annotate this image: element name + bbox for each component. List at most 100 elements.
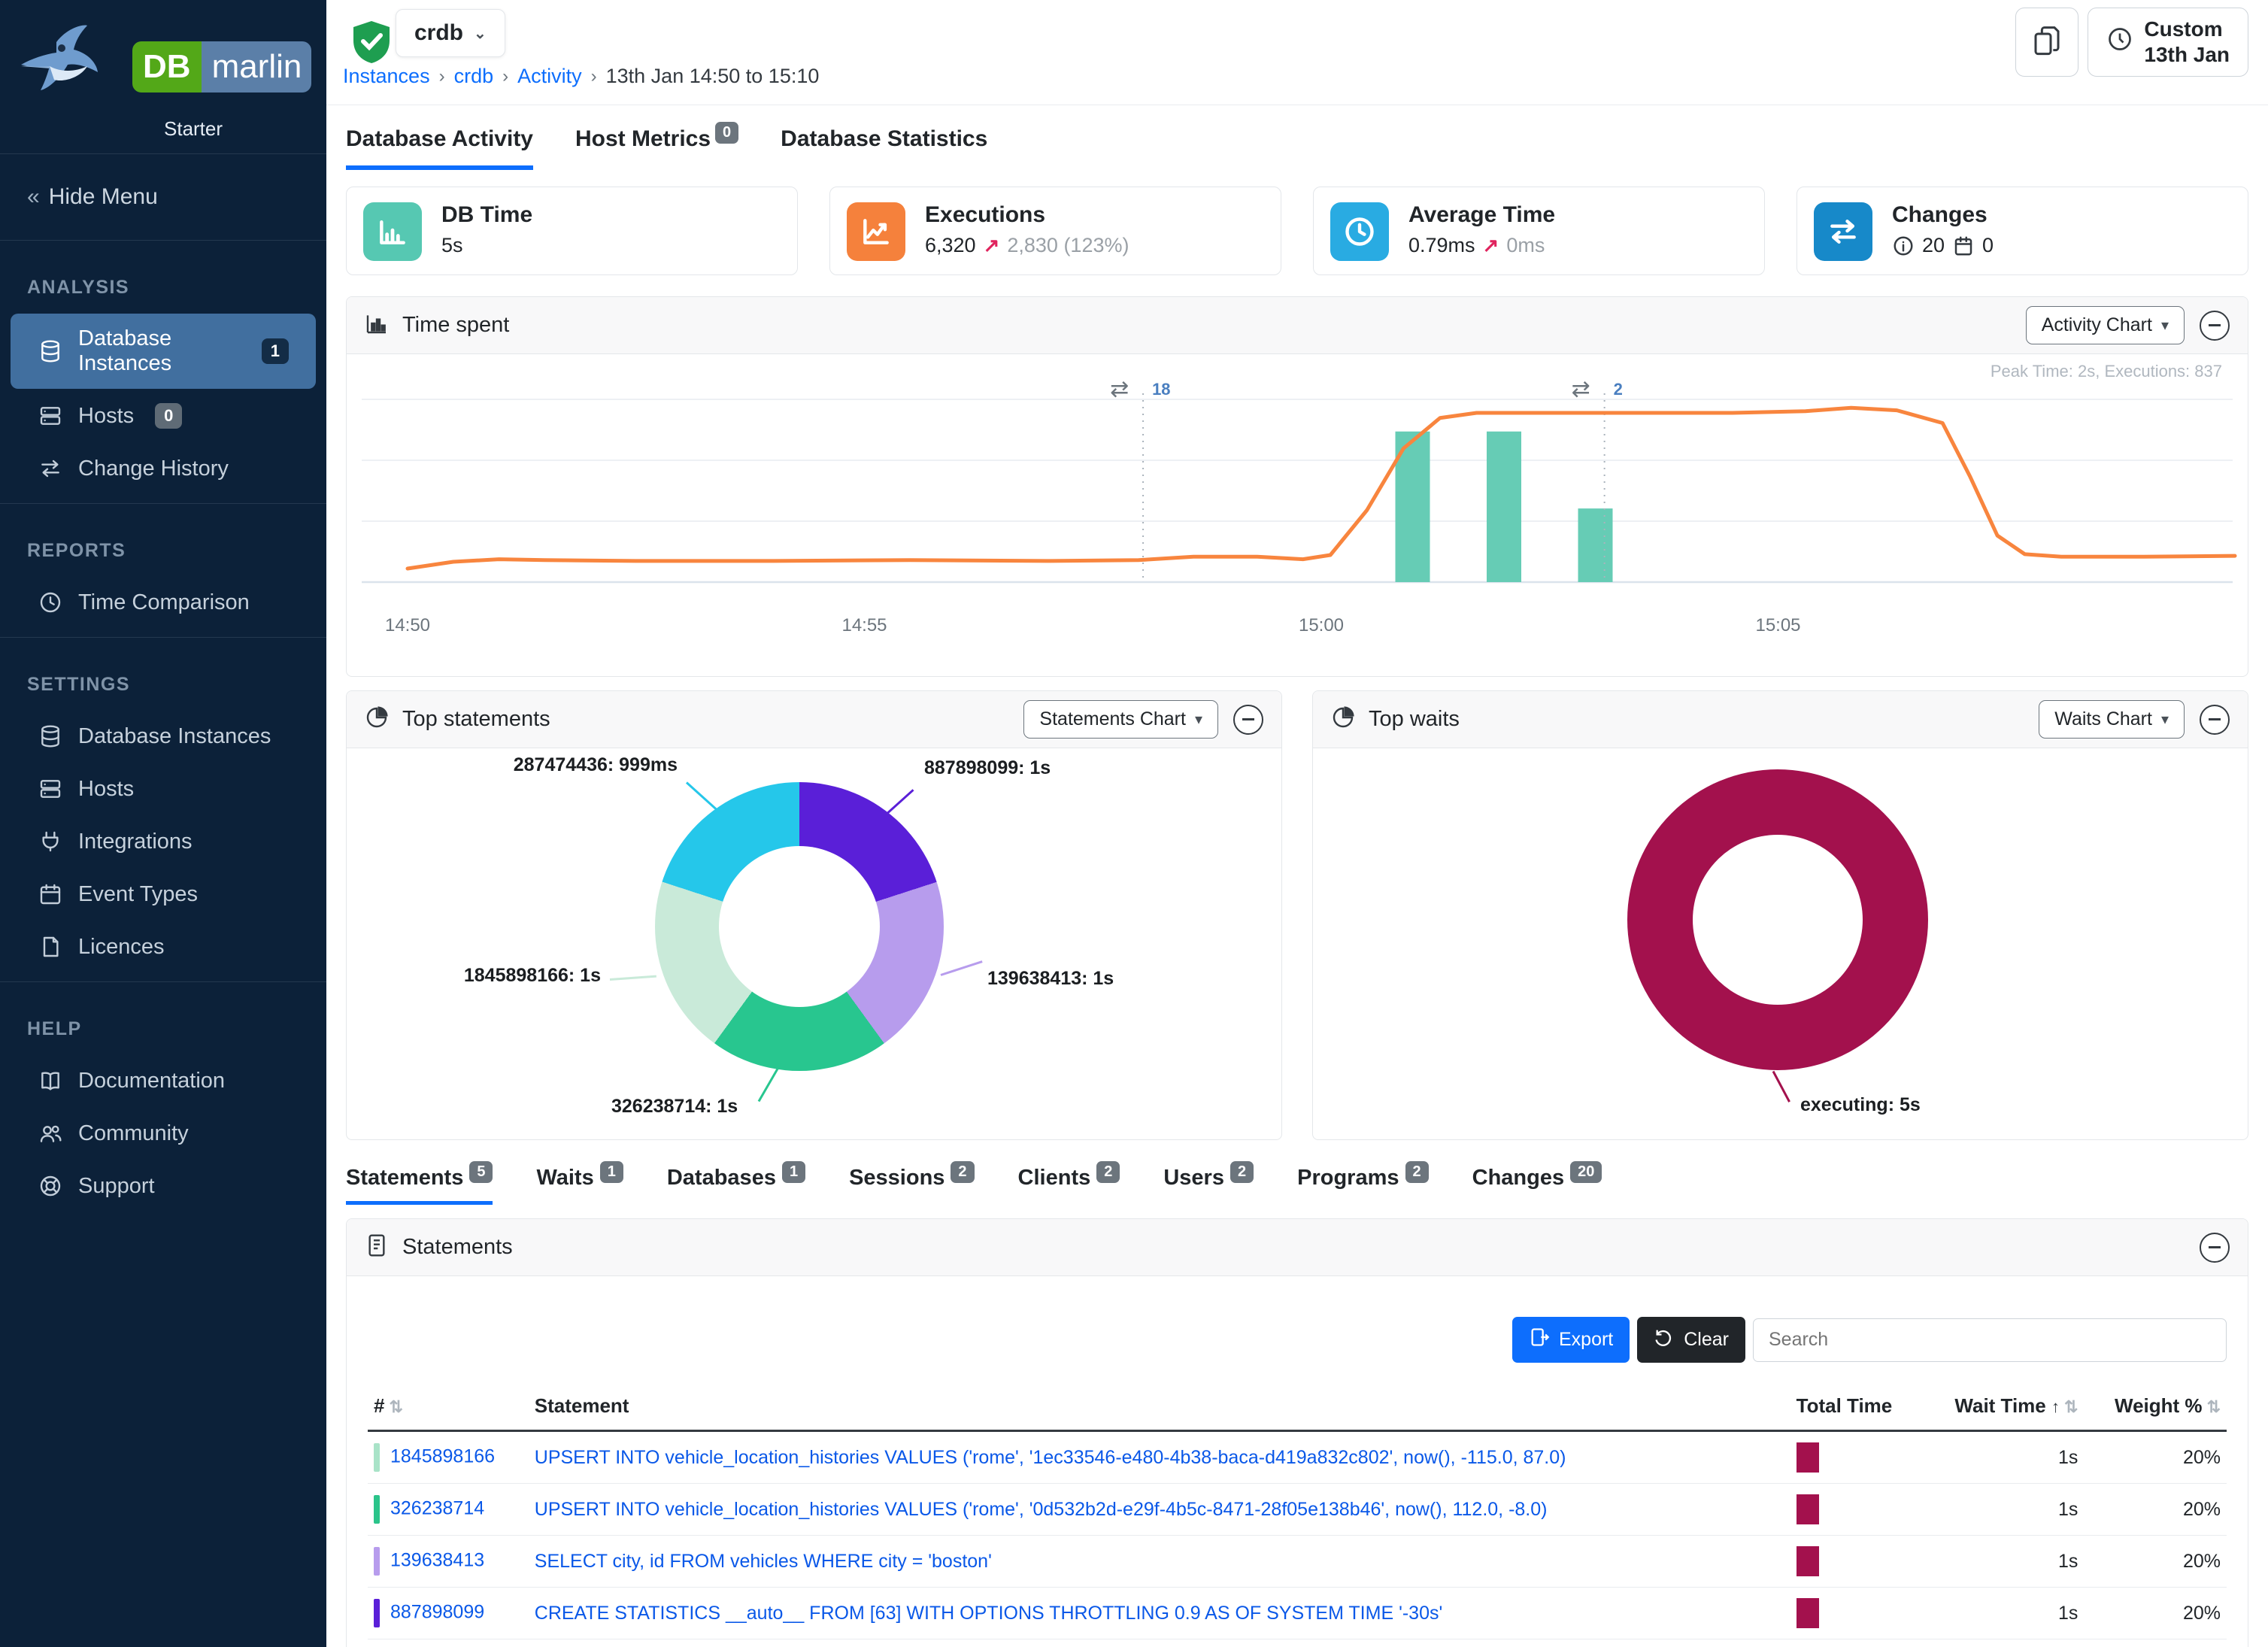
- book-icon: [38, 1068, 63, 1093]
- swap-icon: [38, 456, 63, 481]
- instance-selector[interactable]: crdb ⌄: [396, 9, 505, 57]
- statement-text-link[interactable]: SELECT city, id FROM vehicles WHERE city…: [535, 1551, 992, 1572]
- sidebar-item-community[interactable]: Community: [11, 1108, 316, 1159]
- sidebar-item-database-instances[interactable]: Database Instances: [11, 711, 316, 762]
- sidebar-item-support[interactable]: Support: [11, 1160, 316, 1212]
- top-statements-title: Top statements: [402, 707, 550, 732]
- detail-tab-changes[interactable]: Changes20: [1472, 1166, 1602, 1205]
- detail-tab-waits[interactable]: Waits1: [536, 1166, 623, 1205]
- activity-chart-label: Activity Chart: [2042, 314, 2152, 336]
- sidebar-item-hosts[interactable]: Hosts0: [11, 390, 316, 441]
- cell-statement: CREATE STATISTICS __auto__ FROM [63] WIT…: [529, 1588, 1790, 1639]
- cell-weight: 20%: [2084, 1536, 2227, 1588]
- detail-tab-users[interactable]: Users2: [1163, 1166, 1254, 1205]
- top-bar: crdb ⌄ Instances›crdb›Activity›13th Jan …: [326, 0, 2268, 105]
- sidebar-item-hosts[interactable]: Hosts: [11, 763, 316, 814]
- detail-tab-badge: 1: [782, 1161, 805, 1183]
- detail-tab-label: Programs: [1297, 1166, 1399, 1194]
- statement-color-chip: [374, 1599, 380, 1627]
- metric-card-value: 6,320: [925, 234, 976, 257]
- statements-chart-select[interactable]: Statements Chart ▾: [1023, 700, 1218, 739]
- detail-tab-statements[interactable]: Statements5: [346, 1166, 493, 1205]
- export-button[interactable]: Export: [1512, 1317, 1630, 1363]
- donut-chart[interactable]: [655, 782, 944, 1071]
- statement-text-link[interactable]: UPSERT INTO vehicle_location_histories V…: [535, 1499, 1548, 1520]
- breadcrumb-activity[interactable]: Activity: [517, 65, 582, 88]
- sidebar-item-badge: 0: [155, 403, 182, 429]
- activity-chart-select[interactable]: Activity Chart ▾: [2026, 306, 2185, 344]
- tab-database-statistics[interactable]: Database Statistics: [781, 126, 987, 170]
- tab-database-activity[interactable]: Database Activity: [346, 126, 533, 170]
- label-leader-line: [1772, 1071, 1790, 1103]
- activity-chart-svg[interactable]: ⇄18⇄214:5014:5515:0015:05: [347, 354, 2248, 676]
- donut-row: Top statements Statements Chart ▾ 287474…: [346, 690, 2248, 1140]
- col-weight[interactable]: Weight %⇅: [2084, 1382, 2227, 1431]
- collapse-time-spent-button[interactable]: [2200, 311, 2230, 341]
- col-statement[interactable]: Statement: [529, 1382, 1790, 1431]
- sidebar-item-change-history[interactable]: Change History: [11, 443, 316, 494]
- cell-total-time: [1790, 1484, 1921, 1536]
- sidebar-item-label: Community: [78, 1121, 189, 1146]
- statement-id-link[interactable]: 887898099: [390, 1602, 484, 1623]
- col-wait-time[interactable]: Wait Time ↑⇅: [1921, 1382, 2084, 1431]
- annotation-change-count: 2: [1614, 380, 1623, 399]
- donut-chart[interactable]: [1627, 769, 1928, 1070]
- brand-logo: DB marlin Starter: [0, 0, 326, 154]
- table-row: 287474436UPSERT INTO vehicle_location_hi…: [368, 1639, 2227, 1647]
- col-total-time[interactable]: Total Time: [1790, 1382, 1921, 1431]
- collapse-top-statements-button[interactable]: [1233, 705, 1263, 735]
- metric-card-body: Executions6,320↗2,830 (123%): [925, 202, 1129, 259]
- statement-id-link[interactable]: 326238714: [390, 1498, 484, 1519]
- sidebar-item-label: Change History: [78, 456, 229, 481]
- sidebar-item-time-comparison[interactable]: Time Comparison: [11, 577, 316, 628]
- table-row: 887898099 CREATE STATISTICS __auto__ FROM…: [368, 1588, 2227, 1639]
- changes-info-count: 20: [1922, 234, 1945, 257]
- detail-tab-sessions[interactable]: Sessions2: [849, 1166, 974, 1205]
- table-row: 326238714 UPSERT INTO vehicle_location_hi…: [368, 1484, 2227, 1536]
- total-time-bar: [1797, 1442, 1819, 1473]
- statement-text-link[interactable]: UPSERT INTO vehicle_location_histories V…: [535, 1447, 1566, 1468]
- database-icon: [38, 338, 63, 364]
- clear-button[interactable]: Clear: [1637, 1317, 1745, 1363]
- time-spent-chart: Peak Time: 2s, Executions: 837 ⇄18⇄214:5…: [347, 354, 2248, 676]
- col-id[interactable]: #⇅: [368, 1382, 529, 1431]
- detail-tab-clients[interactable]: Clients2: [1018, 1166, 1120, 1205]
- breadcrumb-crdb[interactable]: crdb: [454, 65, 494, 88]
- breadcrumb-instances[interactable]: Instances: [343, 65, 430, 88]
- sort-icon: ⇅: [389, 1397, 402, 1416]
- sidebar-item-label: Licences: [78, 935, 164, 960]
- swap-icon: [1814, 202, 1872, 261]
- search-input[interactable]: [1753, 1318, 2227, 1362]
- server-icon: [38, 403, 63, 429]
- collapse-statements-button[interactable]: [2200, 1233, 2230, 1263]
- pie-chart-icon: [1331, 705, 1355, 733]
- hide-menu-button[interactable]: « Hide Menu: [0, 154, 326, 241]
- licence-icon: [38, 934, 63, 960]
- collapse-top-waits-button[interactable]: [2200, 705, 2230, 735]
- copy-button[interactable]: [2015, 8, 2078, 77]
- statements-chart-label: Statements Chart: [1039, 708, 1186, 730]
- tab-host-metrics[interactable]: Host Metrics0: [575, 126, 738, 170]
- sidebar-item-licences[interactable]: Licences: [11, 921, 316, 972]
- metric-card-value-row: 0.79ms↗0ms: [1408, 234, 1555, 257]
- statement-text-link[interactable]: CREATE STATISTICS __auto__ FROM [63] WIT…: [535, 1603, 1442, 1624]
- statement-id-link[interactable]: 1845898166: [390, 1446, 495, 1467]
- cell-id: 139638413: [368, 1536, 529, 1588]
- bar-chart-icon: [365, 311, 389, 339]
- waits-chart-select[interactable]: Waits Chart ▾: [2039, 700, 2185, 739]
- detail-tab-databases[interactable]: Databases1: [667, 1166, 805, 1205]
- cell-id: 287474436: [368, 1639, 529, 1647]
- chevron-down-icon: ▾: [2161, 710, 2169, 729]
- sidebar-section-help: HELPDocumentationCommunitySupport: [0, 982, 326, 1221]
- time-range-button[interactable]: Custom 13th Jan: [2088, 8, 2248, 77]
- sidebar-item-event-types[interactable]: Event Types: [11, 869, 316, 920]
- breadcrumb-separator-icon: ›: [439, 66, 445, 87]
- breadcrumb-13th-jan-14-50-to-15-10: 13th Jan 14:50 to 15:10: [606, 65, 820, 88]
- detail-tab-programs[interactable]: Programs2: [1297, 1166, 1429, 1205]
- top-actions: Custom 13th Jan: [2015, 8, 2248, 77]
- sidebar-item-integrations[interactable]: Integrations: [11, 816, 316, 867]
- sidebar-item-database-instances[interactable]: Database Instances1: [11, 314, 316, 389]
- sidebar-item-documentation[interactable]: Documentation: [11, 1055, 316, 1106]
- detail-tab-badge: 2: [1405, 1161, 1429, 1183]
- statement-id-link[interactable]: 139638413: [390, 1550, 484, 1571]
